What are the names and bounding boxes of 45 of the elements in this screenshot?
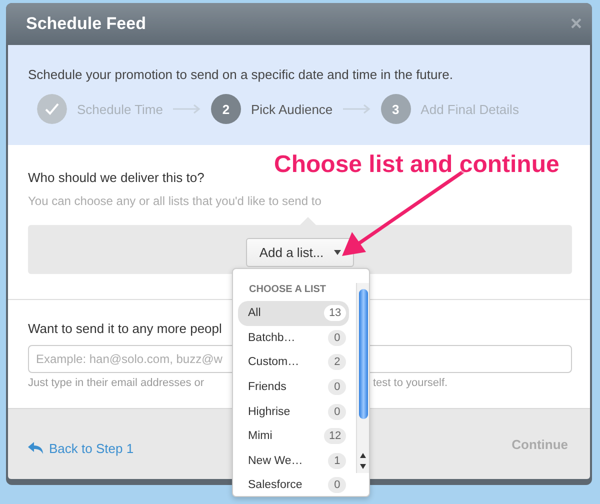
helper-text: Just type in their email addresses or xyxy=(28,377,204,389)
dropdown-title: CHOOSE A LIST xyxy=(249,284,328,295)
list-name: New We… xyxy=(248,454,303,467)
list-name: Salesforce xyxy=(248,479,302,492)
list-option[interactable]: New We… 1 xyxy=(238,448,350,474)
list-option[interactable]: Salesforce 0 xyxy=(238,473,350,498)
caret-icon xyxy=(334,250,341,255)
annotation-text: Choose list and continue xyxy=(274,151,560,179)
step-number: 3 xyxy=(380,94,411,124)
count-badge: 0 xyxy=(328,404,346,420)
arrow-icon xyxy=(173,104,201,114)
list-name: Friends xyxy=(248,381,286,394)
arrow-icon xyxy=(342,104,371,114)
count-badge: 12 xyxy=(324,428,346,444)
count-badge: 13 xyxy=(324,305,346,322)
scroll-thumb[interactable] xyxy=(358,289,368,419)
hint-text: You can choose any or all lists that you'd like to send to xyxy=(28,194,322,208)
list-name: All xyxy=(248,307,261,320)
count-badge: 1 xyxy=(328,452,346,469)
list-option[interactable]: Batchb… 0 xyxy=(238,326,350,350)
scrollbar[interactable] xyxy=(356,283,369,473)
reply-arrow-icon xyxy=(28,442,44,454)
count-badge: 0 xyxy=(328,330,346,346)
count-badge: 2 xyxy=(328,354,346,370)
list-name: Mimi xyxy=(248,430,272,442)
count-badge: 0 xyxy=(328,379,346,396)
list-name: Custom… xyxy=(248,356,300,368)
step-label: Add Final Details xyxy=(420,102,519,116)
list-option[interactable]: All 13 xyxy=(238,301,350,326)
question-text: Who should we deliver this to? xyxy=(28,170,206,185)
list-option[interactable]: Friends 0 xyxy=(238,374,350,400)
step-label: Pick Audience xyxy=(251,102,333,116)
step-number: 2 xyxy=(211,94,241,124)
intro-text: Schedule your promotion to send on a specific date and time in the future. xyxy=(28,67,454,82)
list-option[interactable]: Highrise 0 xyxy=(238,399,350,424)
step-label: Schedule Time xyxy=(77,102,163,116)
list-option[interactable]: Custom… 2 xyxy=(238,350,350,375)
count-badge: 0 xyxy=(328,477,346,494)
list-name: Highrise xyxy=(248,406,290,418)
list-option[interactable]: Mimi 12 xyxy=(238,424,350,449)
window-title: Schedule Feed xyxy=(26,14,146,34)
list-name: Batchb… xyxy=(248,332,296,344)
add-list-button[interactable]: Add a list... xyxy=(246,238,354,267)
helper-text: test to yourself. xyxy=(373,377,448,389)
field-label: Want to send it to any more peopl xyxy=(28,321,223,336)
